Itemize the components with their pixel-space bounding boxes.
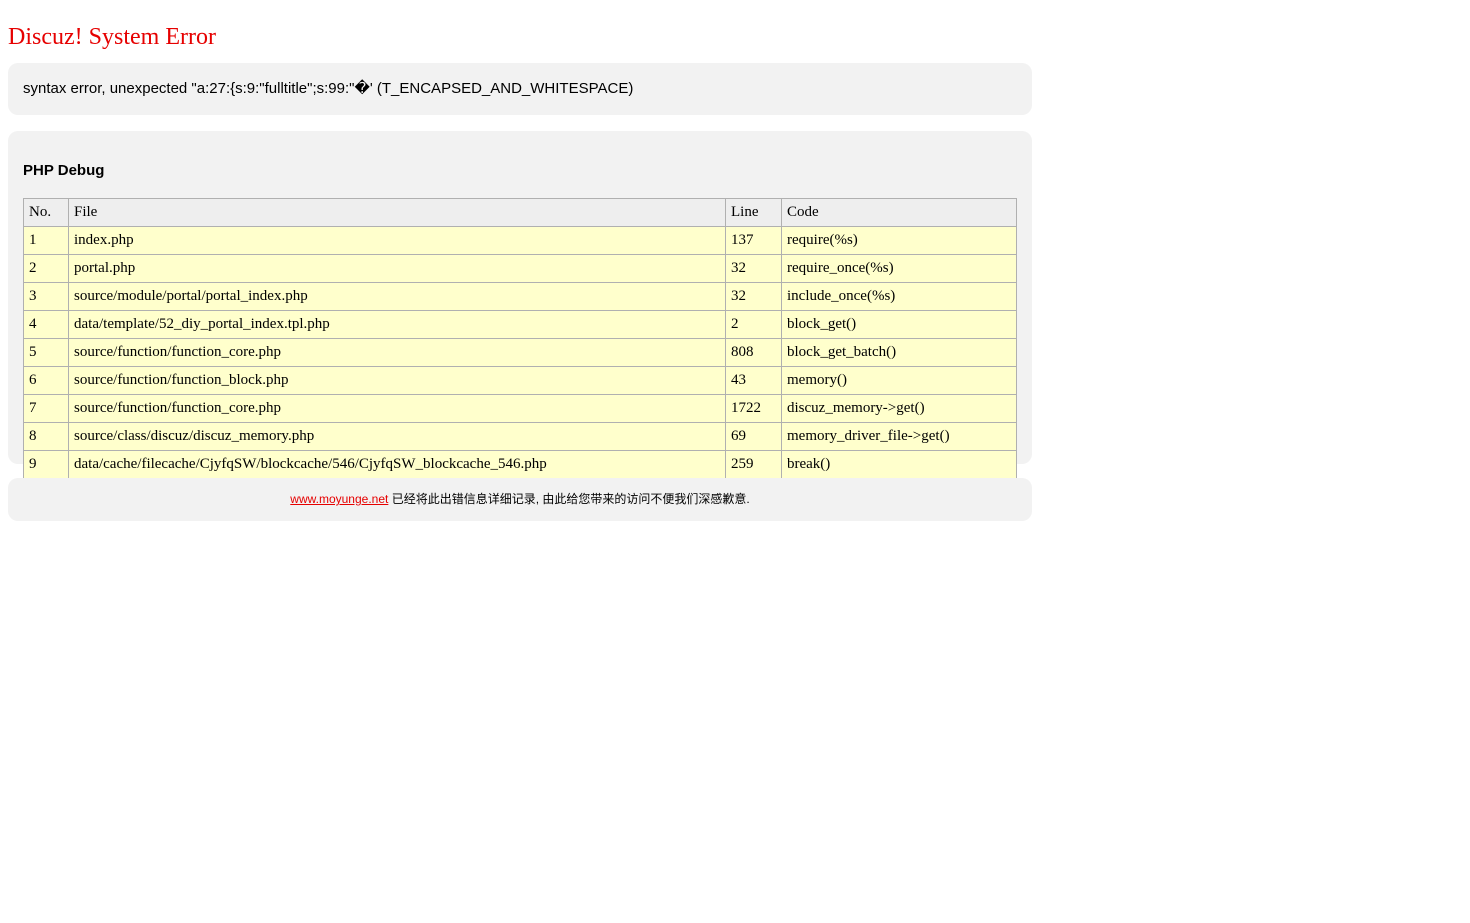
cell-line: 2: [725, 310, 782, 339]
cell-no: 7: [23, 394, 69, 423]
error-page: Discuz! System Error syntax error, unexp…: [0, 0, 1040, 529]
column-header-code: Code: [781, 198, 1017, 227]
cell-code: require_once(%s): [781, 254, 1017, 283]
column-header-no: No.: [23, 198, 69, 227]
cell-file: source/module/portal/portal_index.php: [68, 282, 726, 311]
column-header-line: Line: [725, 198, 782, 227]
cell-line: 1722: [725, 394, 782, 423]
cell-code: block_get(): [781, 310, 1017, 339]
cell-file: source/function/function_core.php: [68, 338, 726, 367]
cell-no: 1: [23, 226, 69, 255]
table-row: 4 data/template/52_diy_portal_index.tpl.…: [23, 310, 1017, 339]
cell-line: 32: [725, 282, 782, 311]
cell-file: portal.php: [68, 254, 726, 283]
cell-file: source/function/function_block.php: [68, 366, 726, 395]
cell-no: 3: [23, 282, 69, 311]
error-message: syntax error, unexpected "a:27:{s:9:"ful…: [23, 80, 634, 97]
table-row: 5 source/function/function_core.php 808 …: [23, 338, 1017, 367]
cell-code: memory_driver_file->get(): [781, 422, 1017, 451]
table-row: 6 source/function/function_block.php 43 …: [23, 366, 1017, 395]
cell-no: 8: [23, 422, 69, 451]
column-header-file: File: [68, 198, 726, 227]
table-row: 2 portal.php 32 require_once(%s): [23, 254, 1017, 283]
cell-no: 9: [23, 450, 69, 479]
cell-no: 2: [23, 254, 69, 283]
cell-line: 259: [725, 450, 782, 479]
footer-notice: www.moyunge.net 已经将此出错信息详细记录, 由此给您带来的访问不…: [8, 478, 1032, 521]
cell-line: 43: [725, 366, 782, 395]
cell-line: 32: [725, 254, 782, 283]
table-row: 1 index.php 137 require(%s): [23, 226, 1017, 255]
debug-heading: PHP Debug: [23, 162, 105, 179]
cell-file: source/function/function_core.php: [68, 394, 726, 423]
table-row: 3 source/module/portal/portal_index.php …: [23, 282, 1017, 311]
error-message-box: syntax error, unexpected "a:27:{s:9:"ful…: [8, 63, 1032, 115]
cell-no: 6: [23, 366, 69, 395]
cell-line: 69: [725, 422, 782, 451]
debug-trace-table: No. File Line Code 1 index.php 137 requi…: [23, 198, 1017, 479]
cell-file: data/cache/filecache/CjyfqSW/blockcache/…: [68, 450, 726, 479]
cell-no: 4: [23, 310, 69, 339]
cell-line: 808: [725, 338, 782, 367]
cell-no: 5: [23, 338, 69, 367]
cell-code: require(%s): [781, 226, 1017, 255]
cell-code: include_once(%s): [781, 282, 1017, 311]
cell-line: 137: [725, 226, 782, 255]
table-row: 9 data/cache/filecache/CjyfqSW/blockcach…: [23, 450, 1017, 479]
cell-file: data/template/52_diy_portal_index.tpl.ph…: [68, 310, 726, 339]
page-title: Discuz! System Error: [8, 24, 216, 50]
php-debug-box: PHP Debug No. File Line Code 1 index.php…: [8, 131, 1032, 479]
cell-file: index.php: [68, 226, 726, 255]
cell-code: memory(): [781, 366, 1017, 395]
table-header-row: No. File Line Code: [23, 198, 1017, 227]
cell-code: break(): [781, 450, 1017, 479]
cell-code: block_get_batch(): [781, 338, 1017, 367]
site-link[interactable]: www.moyunge.net: [290, 492, 388, 506]
cell-file: source/class/discuz/discuz_memory.php: [68, 422, 726, 451]
cell-code: discuz_memory->get(): [781, 394, 1017, 423]
table-row: 8 source/class/discuz/discuz_memory.php …: [23, 422, 1017, 451]
footer-message: 已经将此出错信息详细记录, 由此给您带来的访问不便我们深感歉意.: [388, 492, 750, 506]
table-row: 7 source/function/function_core.php 1722…: [23, 394, 1017, 423]
